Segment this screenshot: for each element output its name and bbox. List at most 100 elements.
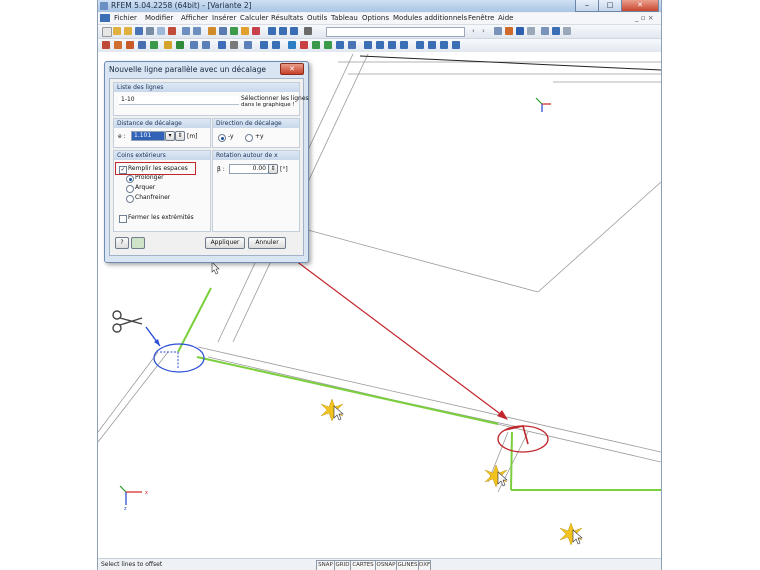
- zoom-all-icon[interactable]: [324, 41, 332, 49]
- menu-fichier[interactable]: Fichier: [114, 14, 137, 22]
- document-window-controls[interactable]: _ ▫ ×: [635, 14, 654, 22]
- menu-outils[interactable]: Outils: [307, 14, 327, 22]
- new-icon[interactable]: [102, 27, 112, 37]
- rotate-icon[interactable]: [288, 41, 296, 49]
- help-icon[interactable]: ?: [115, 237, 129, 249]
- pan-icon[interactable]: [300, 41, 308, 49]
- menu-resultats[interactable]: Résultats: [271, 14, 303, 22]
- window-icon[interactable]: [279, 27, 287, 35]
- connect-icon[interactable]: [452, 41, 460, 49]
- front-view-icon[interactable]: [272, 41, 280, 49]
- view-icon[interactable]: [268, 27, 276, 35]
- undo-icon[interactable]: [182, 27, 190, 35]
- views-icon[interactable]: [336, 41, 344, 49]
- material-icon[interactable]: [230, 41, 238, 49]
- menu-modifier[interactable]: Modifier: [145, 14, 173, 22]
- cancel-button[interactable]: Annuler: [248, 237, 286, 249]
- open-icon[interactable]: [113, 27, 121, 35]
- glines-toggle[interactable]: GLINES: [396, 560, 419, 570]
- maximize-button[interactable]: □: [598, 0, 622, 12]
- menu-calculer[interactable]: Calculer: [240, 14, 269, 22]
- osnap-toggle[interactable]: OSNAP: [375, 560, 397, 570]
- offset-distance-input[interactable]: 1.101: [131, 131, 165, 141]
- edit-icon[interactable]: [208, 27, 216, 35]
- section-icon[interactable]: [218, 41, 226, 49]
- iso-view-icon[interactable]: [260, 41, 268, 49]
- next-icon[interactable]: ›: [482, 27, 490, 35]
- mesh-icon[interactable]: [244, 41, 252, 49]
- select-window-icon[interactable]: [376, 41, 384, 49]
- display-icon[interactable]: [505, 27, 513, 35]
- results-icon[interactable]: [241, 27, 249, 35]
- calculate-icon[interactable]: [230, 27, 238, 35]
- save-icon[interactable]: [135, 27, 143, 35]
- report-icon[interactable]: [168, 27, 176, 35]
- calculator-icon[interactable]: [131, 237, 145, 249]
- previous-icon[interactable]: ‹: [472, 27, 480, 35]
- solid-icon[interactable]: [176, 41, 184, 49]
- close-ends-checkbox[interactable]: [119, 215, 127, 223]
- dimension-icon[interactable]: [190, 41, 198, 49]
- filter-icon[interactable]: [494, 27, 502, 35]
- menu-afficher[interactable]: Afficher: [181, 14, 208, 22]
- dxf-toggle[interactable]: DXF: [418, 560, 431, 570]
- close-button[interactable]: ✕: [621, 0, 659, 12]
- visibility-icon[interactable]: [348, 41, 356, 49]
- grid-toggle[interactable]: GRID: [334, 560, 351, 570]
- lines-list-input[interactable]: 1-10: [119, 96, 239, 105]
- zoom-icon[interactable]: [541, 27, 549, 35]
- rotation-spinner-icon[interactable]: ⇕: [268, 164, 278, 174]
- divide-icon[interactable]: [440, 41, 448, 49]
- menu-modules-additionnels[interactable]: Modules additionnels: [393, 14, 467, 22]
- info-icon[interactable]: [304, 27, 312, 35]
- offset-dropdown-icon[interactable]: ▾: [165, 131, 175, 141]
- svg-text:z: z: [124, 506, 127, 512]
- extend-radio[interactable]: [126, 175, 134, 183]
- menu-options[interactable]: Options: [362, 14, 389, 22]
- select-all-icon[interactable]: [400, 41, 408, 49]
- mirror-icon[interactable]: [416, 41, 424, 49]
- print-icon[interactable]: [146, 27, 154, 35]
- dialog-close-button[interactable]: ✕: [280, 63, 304, 75]
- document-icon[interactable]: [100, 14, 110, 22]
- deselect-icon[interactable]: [388, 41, 396, 49]
- zoom-window-icon[interactable]: [312, 41, 320, 49]
- surface-icon[interactable]: [138, 41, 146, 49]
- parallel-line-dialog: Nouvelle ligne parallèle avec un décalag…: [104, 61, 309, 263]
- grid-icon[interactable]: [552, 27, 560, 35]
- render-icon[interactable]: [252, 27, 260, 35]
- comment-icon[interactable]: [202, 41, 210, 49]
- rotation-input[interactable]: 0.00: [229, 164, 269, 174]
- menu-inserer[interactable]: Insérer: [212, 14, 236, 22]
- loadcase-combo[interactable]: [326, 27, 465, 37]
- people-icon[interactable]: [516, 27, 524, 35]
- line-icon[interactable]: [114, 41, 122, 49]
- offset-spinner-icon[interactable]: ⇕: [175, 131, 185, 141]
- node-icon[interactable]: [102, 41, 110, 49]
- direction-pos-y-radio[interactable]: [245, 134, 253, 142]
- load-icon[interactable]: [164, 41, 172, 49]
- menu-fenetre[interactable]: Fenêtre: [468, 14, 494, 22]
- status-bar: Select lines to offset SNAP GRID CARTES …: [98, 558, 661, 570]
- minimize-button[interactable]: ‒: [575, 0, 599, 12]
- select-icon[interactable]: [364, 41, 372, 49]
- direction-neg-y-radio[interactable]: [218, 134, 226, 142]
- snap-toggle[interactable]: SNAP: [316, 560, 335, 570]
- copy-icon[interactable]: [428, 41, 436, 49]
- menu-aide[interactable]: Aide: [498, 14, 513, 22]
- menu-tableau[interactable]: Tableau: [331, 14, 358, 22]
- support-icon[interactable]: [150, 41, 158, 49]
- search-icon[interactable]: [219, 27, 227, 35]
- apply-button[interactable]: Appliquer: [205, 237, 245, 249]
- cartes-toggle[interactable]: CARTES: [350, 560, 376, 570]
- svg-text:x: x: [145, 490, 148, 496]
- redo-icon[interactable]: [193, 27, 201, 35]
- settings-icon[interactable]: [527, 27, 535, 35]
- chamfer-radio[interactable]: [126, 195, 134, 203]
- open-project-icon[interactable]: [124, 27, 132, 35]
- measure-icon[interactable]: [563, 27, 571, 35]
- round-radio[interactable]: [126, 185, 134, 193]
- member-icon[interactable]: [126, 41, 134, 49]
- print-graphic-icon[interactable]: [157, 27, 165, 35]
- table-icon[interactable]: [290, 27, 298, 35]
